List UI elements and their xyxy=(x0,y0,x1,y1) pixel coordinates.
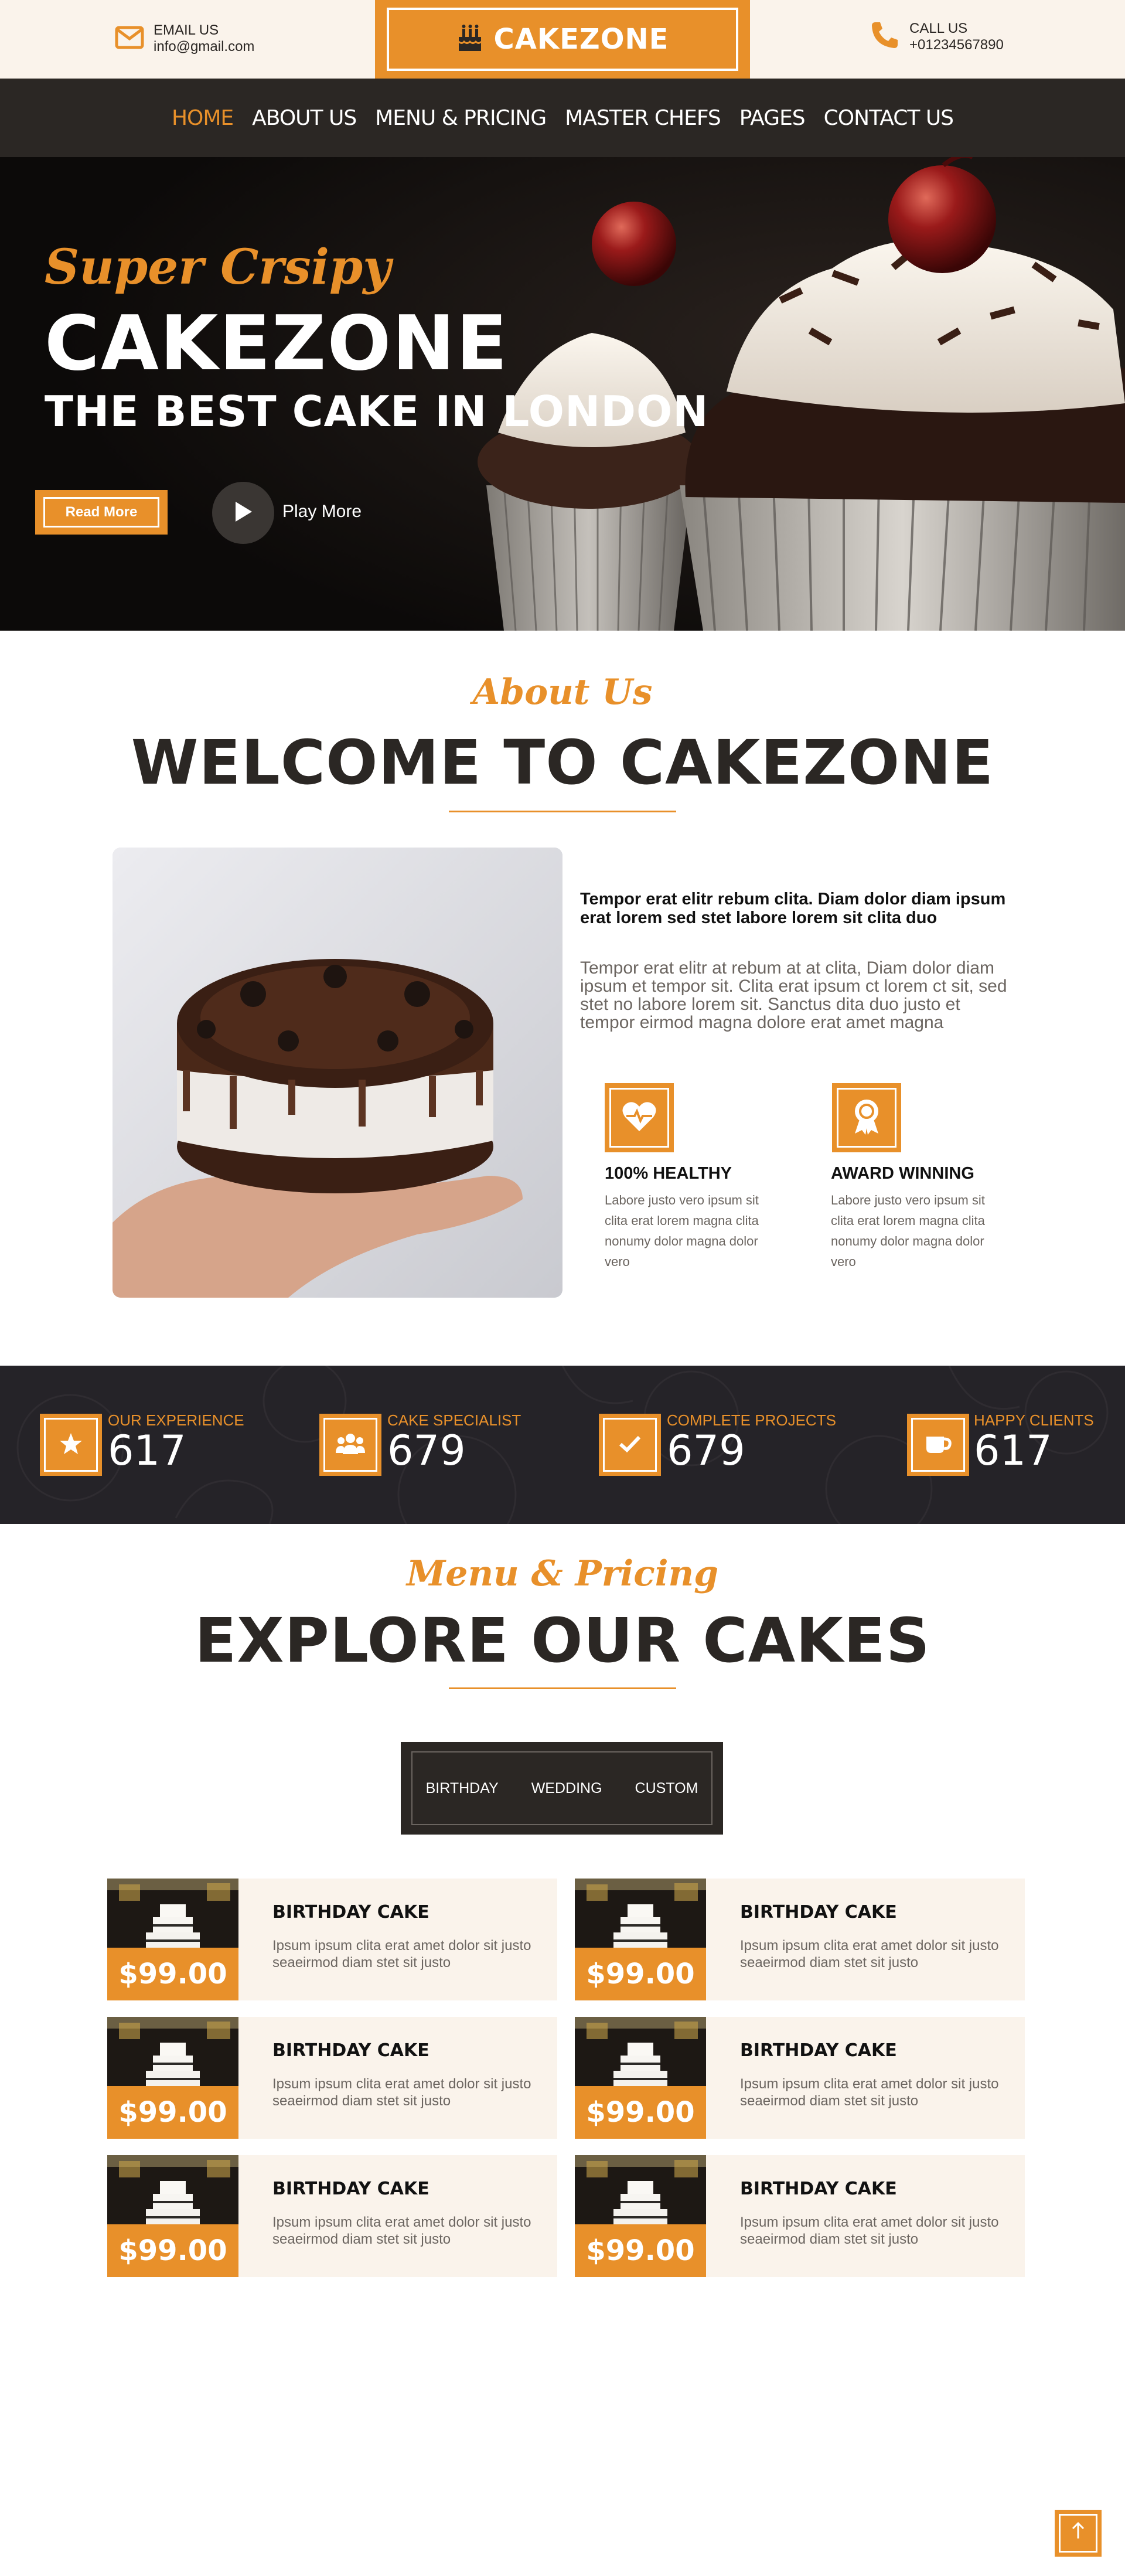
nav-item-contact-us[interactable]: CONTACT US xyxy=(824,106,954,130)
feature-award-title: AWARD WINNING xyxy=(831,1164,974,1183)
about-body-text: Tempor erat elitr at rebum at at clita, … xyxy=(580,958,1007,1032)
menu-card-desc: Ipsum ipsum clita erat amet dolor sit ju… xyxy=(272,2076,531,2109)
nav-item-menu-pricing[interactable]: MENU & PRICING xyxy=(375,106,547,130)
main-nav: HOME ABOUT US MENU & PRICING MASTER CHEFS PA… xyxy=(0,79,1125,157)
brand-name: CAKEZONE xyxy=(493,23,669,56)
stat-experience-icon-box xyxy=(40,1414,102,1476)
menu-card-price: $99.00 xyxy=(586,2096,695,2129)
menu-card-desc: Ipsum ipsum clita erat amet dolor sit ju… xyxy=(740,2214,999,2247)
feature-healthy-title: 100% HEALTHY xyxy=(605,1164,732,1183)
check-icon xyxy=(618,1435,642,1455)
call-value: +01234567890 xyxy=(909,36,1004,53)
stat-projects-value: 679 xyxy=(667,1427,745,1475)
call-contact[interactable]: CALL US +01234567890 xyxy=(870,20,1004,53)
feature-award-icon-box xyxy=(832,1083,901,1152)
award-icon xyxy=(853,1098,881,1138)
feature-healthy-text: Labore justo vero ipsum sit clita erat l… xyxy=(605,1193,759,1269)
menu-card-price: $99.00 xyxy=(586,2234,695,2267)
stat-clients-icon-box xyxy=(907,1414,969,1476)
play-more-label[interactable]: Play More xyxy=(282,502,362,522)
menu-card-title: BIRTHDAY CAKE xyxy=(272,2040,429,2061)
tab-custom[interactable]: CUSTOM xyxy=(635,1780,698,1797)
back-to-top-button[interactable] xyxy=(1055,2510,1102,2557)
envelope-icon xyxy=(115,26,144,52)
menu-title: EXPLORE OUR CAKES xyxy=(195,1605,930,1676)
menu-card[interactable]: $99.00 BIRTHDAY CAKE Ipsum ipsum clita e… xyxy=(575,1879,1025,2000)
read-more-label: Read More xyxy=(43,497,159,528)
menu-card[interactable]: $99.00 BIRTHDAY CAKE Ipsum ipsum clita e… xyxy=(107,1879,557,2000)
hero-subtitle: Super Crsipy xyxy=(45,239,391,295)
menu-card[interactable]: $99.00 BIRTHDAY CAKE Ipsum ipsum clita e… xyxy=(575,2155,1025,2277)
menu-card-title: BIRTHDAY CAKE xyxy=(740,2040,897,2061)
stat-specialist-value: 679 xyxy=(387,1427,466,1475)
nav-item-about-us[interactable]: ABOUT US xyxy=(252,106,357,130)
email-value: info@gmail.com xyxy=(154,39,255,55)
menu-card-price: $99.00 xyxy=(118,2234,227,2267)
hero-title: CAKEZONE xyxy=(45,300,509,387)
nav-item-master-chefs[interactable]: MASTER CHEFS xyxy=(565,106,721,130)
heart-pulse-icon xyxy=(622,1101,657,1135)
email-contact[interactable]: EMAIL US info@gmail.com xyxy=(115,22,254,55)
menu-card-title: BIRTHDAY CAKE xyxy=(272,1902,429,1922)
menu-card-desc: Ipsum ipsum clita erat amet dolor sit ju… xyxy=(272,1938,531,1971)
hero-tagline: THE BEST CAKE IN LONDON xyxy=(45,387,709,436)
phone-icon xyxy=(870,20,900,53)
nav-item-pages[interactable]: PAGES xyxy=(739,106,806,130)
stat-experience-value: 617 xyxy=(108,1427,186,1475)
feature-healthy-icon-box xyxy=(605,1083,674,1152)
arrow-up-icon xyxy=(1071,2521,1085,2545)
about-divider xyxy=(449,811,676,812)
play-icon xyxy=(233,501,253,526)
menu-card[interactable]: $99.00 BIRTHDAY CAKE Ipsum ipsum clita e… xyxy=(107,2017,557,2139)
menu-divider xyxy=(449,1687,676,1689)
menu-card-title: BIRTHDAY CAKE xyxy=(740,1902,897,1922)
stat-specialist-icon-box xyxy=(319,1414,381,1476)
feature-award-text: Labore justo vero ipsum sit clita erat l… xyxy=(831,1193,985,1269)
menu-script-title: Menu & Pricing xyxy=(406,1553,719,1594)
menu-card[interactable]: $99.00 BIRTHDAY CAKE Ipsum ipsum clita e… xyxy=(575,2017,1025,2139)
about-cake-image xyxy=(112,848,562,1298)
hero-section: Super Crsipy CAKEZONE THE BEST CAKE IN L… xyxy=(0,157,1125,631)
menu-card-title: BIRTHDAY CAKE xyxy=(272,2179,429,2199)
stat-clients-value: 617 xyxy=(974,1427,1052,1475)
email-label: EMAIL US xyxy=(154,22,219,38)
about-title: WELCOME TO CAKEZONE xyxy=(131,727,994,798)
menu-card-desc: Ipsum ipsum clita erat amet dolor sit ju… xyxy=(272,2214,531,2247)
call-label: CALL US xyxy=(909,20,968,36)
about-script-title: About Us xyxy=(472,672,653,713)
brand-logo[interactable]: CAKEZONE xyxy=(375,0,750,79)
menu-card[interactable]: $99.00 BIRTHDAY CAKE Ipsum ipsum clita e… xyxy=(107,2155,557,2277)
mug-icon xyxy=(924,1432,952,1458)
tab-wedding[interactable]: WEDDING xyxy=(531,1780,602,1797)
stat-projects-icon-box xyxy=(599,1414,661,1476)
menu-card-desc: Ipsum ipsum clita erat amet dolor sit ju… xyxy=(740,1938,999,1971)
users-icon xyxy=(336,1433,365,1457)
menu-card-price: $99.00 xyxy=(118,2096,227,2129)
about-lead-text: Tempor erat elitr rebum clita. Diam dolo… xyxy=(580,890,1006,927)
menu-card-desc: Ipsum ipsum clita erat amet dolor sit ju… xyxy=(740,2076,999,2109)
nav-item-home[interactable]: HOME xyxy=(172,106,234,130)
play-button[interactable] xyxy=(212,482,274,544)
menu-card-price: $99.00 xyxy=(118,1958,227,1990)
menu-tabs: BIRTHDAY WEDDING CUSTOM xyxy=(401,1742,723,1835)
tab-birthday[interactable]: BIRTHDAY xyxy=(426,1780,499,1797)
menu-card-price: $99.00 xyxy=(586,1958,695,1990)
read-more-button[interactable]: Read More xyxy=(35,490,168,535)
menu-card-title: BIRTHDAY CAKE xyxy=(740,2179,897,2199)
star-icon xyxy=(59,1432,83,1458)
birthday-cake-icon xyxy=(456,24,483,55)
